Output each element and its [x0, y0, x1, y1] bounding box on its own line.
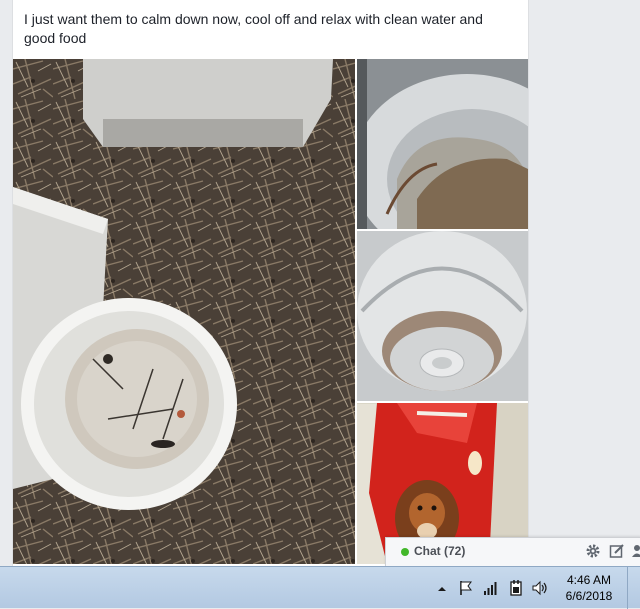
chat-label[interactable]: Chat (72)	[414, 544, 465, 558]
taskbar-clock[interactable]: 4:46 AM 6/6/2018	[557, 572, 621, 604]
show-desktop-button[interactable]	[627, 567, 640, 609]
flag-icon[interactable]	[458, 580, 474, 596]
post-text: I just want them to calm down now, cool …	[24, 11, 483, 46]
photo-metal-bowl-empty[interactable]	[357, 231, 528, 401]
photo-metal-bowl-empty-image	[357, 231, 528, 401]
chat-bar[interactable]: Chat (72)	[385, 537, 640, 566]
gear-icon[interactable]	[585, 543, 601, 559]
online-status-dot	[401, 548, 409, 556]
facebook-post: I just want them to calm down now, cool …	[12, 0, 640, 566]
network-signal-icon[interactable]	[483, 580, 499, 596]
photo-white-dog-bowl[interactable]	[13, 59, 355, 564]
windows-taskbar: 4:46 AM 6/6/2018	[0, 566, 640, 609]
photo-white-dog-bowl-image	[13, 59, 355, 564]
show-hidden-icons-arrow[interactable]	[436, 581, 448, 597]
clock-date: 6/6/2018	[565, 589, 613, 603]
power-icon[interactable]	[508, 580, 524, 596]
volume-icon[interactable]	[532, 580, 548, 596]
compose-icon[interactable]	[609, 543, 625, 559]
add-people-icon[interactable]	[631, 543, 640, 559]
photo-metal-bowl-water-image	[357, 59, 528, 229]
photo-metal-bowl-water[interactable]	[357, 59, 528, 229]
clock-time: 4:46 AM	[566, 573, 612, 587]
feed-background-right	[527, 0, 640, 566]
